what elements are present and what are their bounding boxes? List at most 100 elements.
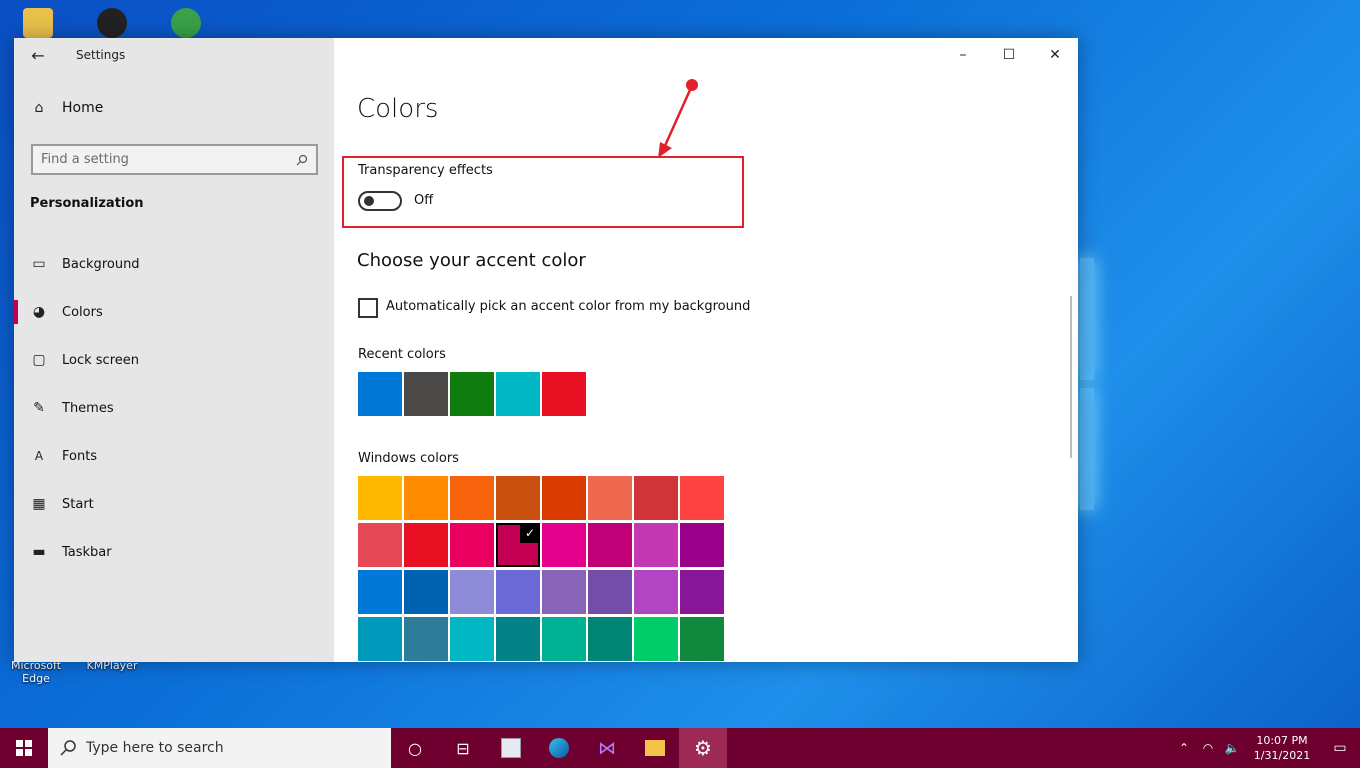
themes-icon: ✎ xyxy=(33,400,45,416)
windows-color-swatch[interactable] xyxy=(450,570,494,614)
windows-color-swatch[interactable] xyxy=(404,476,448,520)
windows-color-swatch[interactable] xyxy=(634,617,678,661)
network-icon[interactable]: ◠ xyxy=(1196,741,1220,755)
sidebar-item-label: Start xyxy=(62,496,94,512)
windows-colors-label: Windows colors xyxy=(358,451,459,466)
recent-color-swatch[interactable] xyxy=(542,372,586,416)
windows-color-swatch[interactable] xyxy=(358,476,402,520)
windows-color-swatch[interactable] xyxy=(496,570,540,614)
windows-color-swatch[interactable] xyxy=(588,570,632,614)
taskbar-app-edge[interactable] xyxy=(535,728,583,768)
home-icon: ⌂ xyxy=(34,100,44,116)
sidebar-item-fonts[interactable]: A Fonts xyxy=(14,432,334,480)
desktop-icon-user-folder[interactable] xyxy=(8,8,68,38)
sidebar-item-lock-screen[interactable]: ▢ Lock screen xyxy=(14,336,334,384)
desktop-icon-network[interactable] xyxy=(156,8,216,38)
cortana-icon: ○ xyxy=(408,738,422,758)
system-tray: ⌃ ◠ 🔈 10:07 PM 1/31/2021 ▭ xyxy=(1172,728,1360,768)
clock[interactable]: 10:07 PM 1/31/2021 xyxy=(1244,733,1320,763)
sidebar-item-home[interactable]: ⌂ Home xyxy=(30,100,104,116)
windows-color-swatch[interactable] xyxy=(542,570,586,614)
windows-color-swatch[interactable] xyxy=(680,523,724,567)
recent-color-swatch[interactable] xyxy=(358,372,402,416)
windows-color-swatch[interactable] xyxy=(450,476,494,520)
sidebar-item-label: Themes xyxy=(62,400,114,416)
taskbar-icon: ▬ xyxy=(32,544,46,560)
windows-color-swatch[interactable] xyxy=(680,570,724,614)
recent-colors-label: Recent colors xyxy=(358,347,446,362)
main-content: – ☐ ✕ Colors Transparency effects Off Ch… xyxy=(334,38,1078,662)
windows-color-swatch[interactable] xyxy=(588,523,632,567)
task-view-icon: ⊟ xyxy=(456,738,470,758)
windows-color-swatch[interactable] xyxy=(496,617,540,661)
windows-color-swatch[interactable] xyxy=(450,617,494,661)
scrollbar[interactable] xyxy=(1070,296,1072,458)
fonts-icon: A xyxy=(34,449,44,463)
taskbar-app-settings[interactable]: ⚙ xyxy=(679,728,727,768)
auto-pick-checkbox[interactable] xyxy=(358,298,378,318)
taskbar-search[interactable]: Type here to search xyxy=(48,728,391,768)
task-view-button[interactable]: ⊟ xyxy=(439,728,487,768)
sidebar-nav: ▭ Background ◕ Colors ▢ Lock screen ✎ Th… xyxy=(14,240,334,576)
windows-color-swatch[interactable] xyxy=(404,617,448,661)
desktop-icon-edge[interactable]: Microsoft Edge xyxy=(6,659,66,685)
transparency-toggle[interactable] xyxy=(358,191,402,211)
windows-color-swatch[interactable] xyxy=(634,523,678,567)
sidebar-item-colors[interactable]: ◕ Colors xyxy=(14,288,334,336)
sidebar: ← Settings ⌂ Home Find a setting Persona… xyxy=(14,38,334,662)
windows-color-swatch[interactable] xyxy=(680,617,724,661)
windows-color-swatch[interactable] xyxy=(634,570,678,614)
sidebar-item-taskbar[interactable]: ▬ Taskbar xyxy=(14,528,334,576)
lock-screen-icon: ▢ xyxy=(32,352,46,368)
recent-colors xyxy=(358,372,586,416)
volume-icon[interactable]: 🔈 xyxy=(1220,741,1244,755)
windows-color-swatch[interactable] xyxy=(542,523,586,567)
taskbar-search-placeholder: Type here to search xyxy=(86,740,224,756)
notification-icon[interactable]: ▭ xyxy=(1320,740,1360,756)
windows-color-swatch[interactable] xyxy=(358,570,402,614)
windows-color-swatch[interactable] xyxy=(358,617,402,661)
sidebar-item-label: Lock screen xyxy=(62,352,139,368)
windows-color-swatch[interactable] xyxy=(680,476,724,520)
windows-color-swatch[interactable] xyxy=(588,617,632,661)
transparency-state: Off xyxy=(414,193,434,208)
windows-color-swatch[interactable] xyxy=(634,476,678,520)
chevron-up-icon[interactable]: ⌃ xyxy=(1172,741,1196,755)
windows-color-swatch[interactable] xyxy=(588,476,632,520)
windows-color-swatch[interactable] xyxy=(542,617,586,661)
back-button[interactable]: ← xyxy=(14,38,62,72)
recent-color-swatch[interactable] xyxy=(496,372,540,416)
start-button[interactable] xyxy=(0,728,48,768)
windows-color-swatch[interactable] xyxy=(496,476,540,520)
windows-color-swatch[interactable]: ✓ xyxy=(496,523,540,567)
sidebar-item-label: Colors xyxy=(62,304,103,320)
taskbar-app-visual-studio[interactable]: ⋈ xyxy=(583,728,631,768)
sidebar-item-background[interactable]: ▭ Background xyxy=(14,240,334,288)
maximize-icon: ☐ xyxy=(1002,47,1016,63)
recent-color-swatch[interactable] xyxy=(404,372,448,416)
clock-date: 1/31/2021 xyxy=(1253,749,1311,762)
close-icon: ✕ xyxy=(1049,47,1061,63)
windows-color-swatch[interactable] xyxy=(404,570,448,614)
accent-title: Choose your accent color xyxy=(357,250,586,271)
sidebar-item-themes[interactable]: ✎ Themes xyxy=(14,384,334,432)
windows-colors-grid: ✓ xyxy=(358,476,724,661)
windows-color-swatch[interactable] xyxy=(358,523,402,567)
visual-studio-icon: ⋈ xyxy=(598,737,616,759)
cortana-button[interactable]: ○ xyxy=(391,728,439,768)
checkmark-icon: ✓ xyxy=(520,523,540,543)
recent-color-swatch[interactable] xyxy=(450,372,494,416)
maximize-button[interactable]: ☐ xyxy=(986,38,1032,72)
page-title: Colors xyxy=(357,94,439,124)
sidebar-item-start[interactable]: ▦ Start xyxy=(14,480,334,528)
windows-color-swatch[interactable] xyxy=(450,523,494,567)
windows-color-swatch[interactable] xyxy=(542,476,586,520)
desktop-icon-obs[interactable] xyxy=(82,8,142,38)
minimize-button[interactable]: – xyxy=(940,38,986,72)
taskbar-app-file-explorer[interactable] xyxy=(631,728,679,768)
find-setting-input[interactable]: Find a setting xyxy=(31,144,318,175)
close-button[interactable]: ✕ xyxy=(1032,38,1078,72)
windows-color-swatch[interactable] xyxy=(404,523,448,567)
find-setting-placeholder: Find a setting xyxy=(41,152,129,167)
taskbar-app-paint[interactable] xyxy=(487,728,535,768)
